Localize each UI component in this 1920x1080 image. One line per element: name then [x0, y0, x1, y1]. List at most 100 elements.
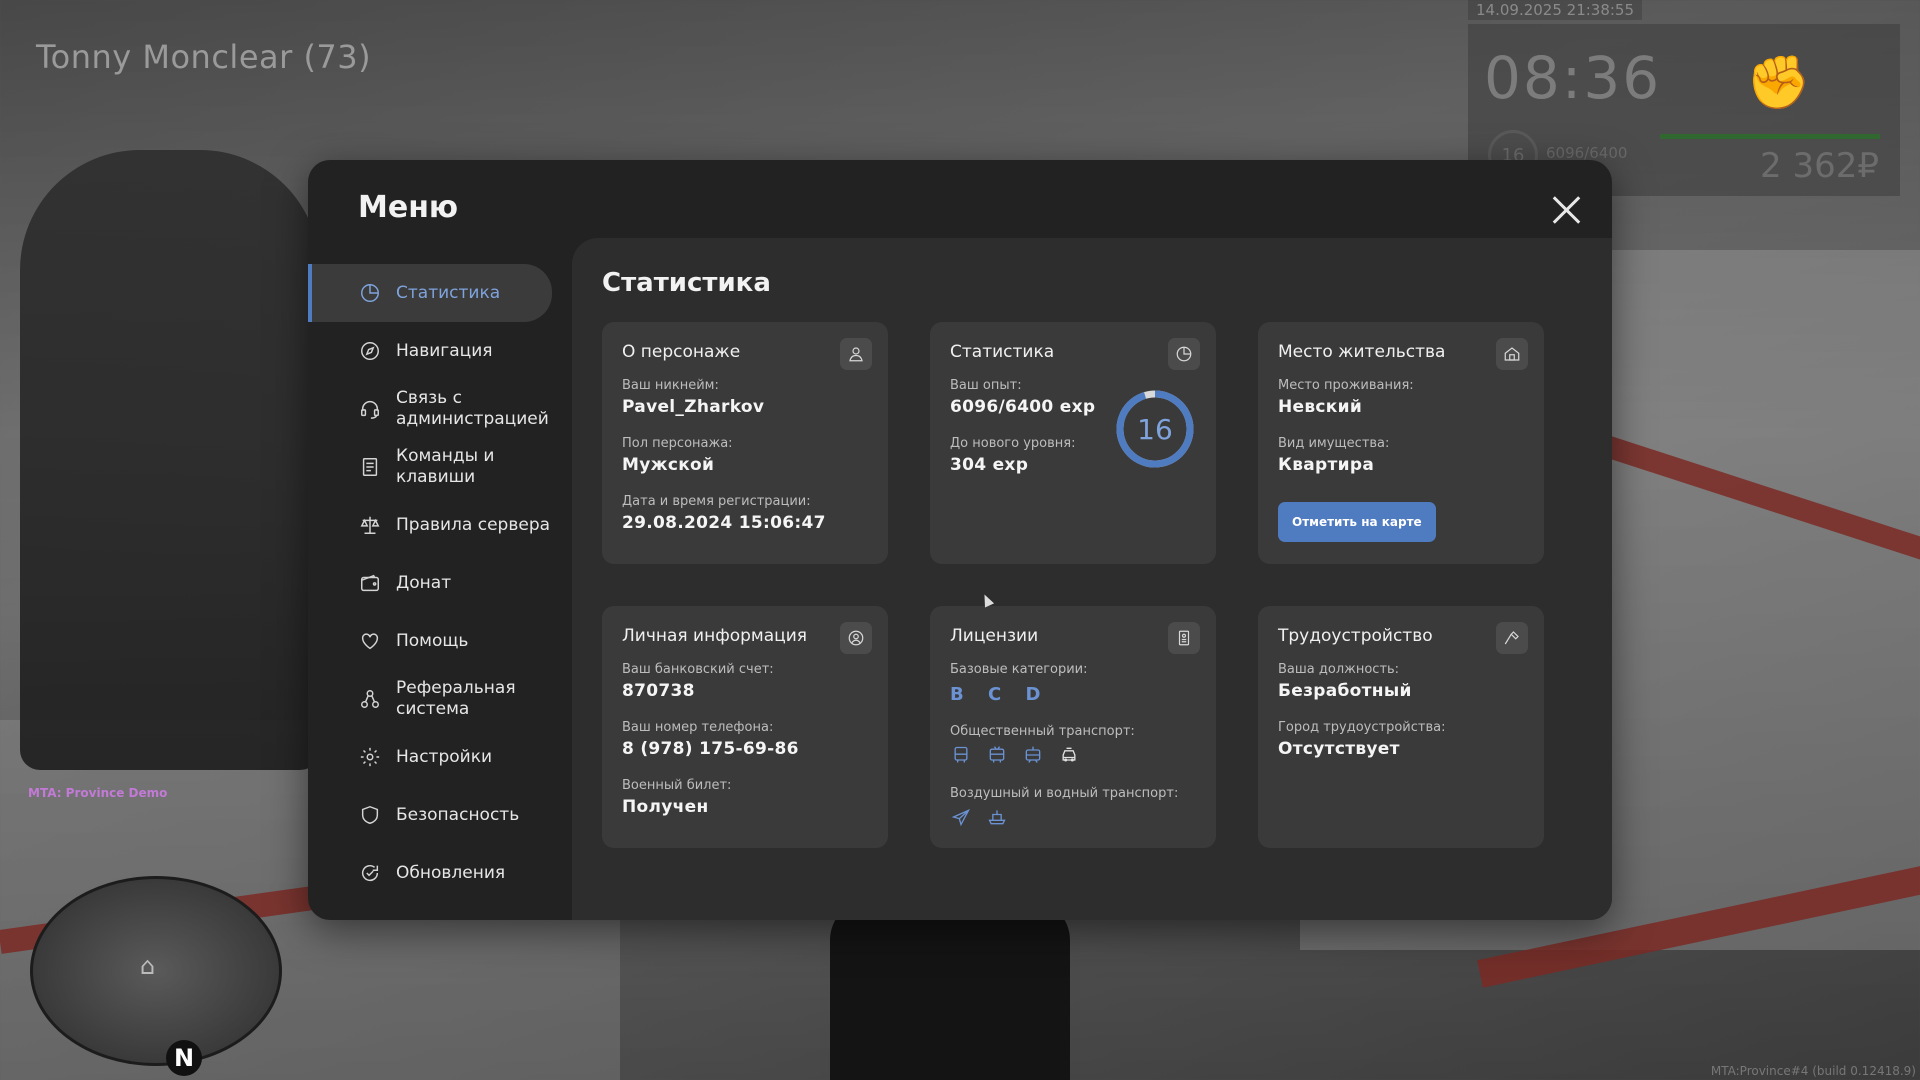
field-gender: Пол персонажа: Мужской — [622, 436, 733, 475]
wallet-icon — [358, 571, 382, 595]
sidebar-item-settings[interactable]: Настройки — [308, 728, 572, 786]
build-info: MTA:Province#4 (build 0.12418.9) — [1710, 1064, 1916, 1078]
card-statistics: Статистика Ваш опыт: 6096/6400 exp До но… — [930, 322, 1216, 564]
airplane-icon — [950, 806, 972, 828]
sidebar-item-label: Навигация — [396, 340, 493, 361]
hud-server-name: MTA: Province Demo — [28, 786, 168, 800]
menu-modal: Меню Статистика Навигация Связь с админи… — [308, 160, 1612, 920]
sidebar: Статистика Навигация Связь с администрац… — [308, 264, 572, 902]
field-value: 8 (978) 175-69-86 — [622, 739, 799, 759]
user-icon — [840, 338, 872, 370]
field-value: Невский — [1278, 397, 1363, 417]
chart-pie-icon — [1168, 338, 1200, 370]
card-title: Место жительства — [1278, 342, 1446, 362]
sidebar-item-server-rules[interactable]: Правила сервера — [308, 496, 572, 554]
sidebar-item-admin-contact[interactable]: Связь с администрацией — [308, 380, 572, 438]
license-categories: B C D — [950, 684, 1050, 705]
sidebar-item-navigation[interactable]: Навигация — [308, 322, 572, 380]
chart-pie-icon — [358, 281, 382, 305]
minimap — [30, 876, 282, 1066]
field-military-id: Военный билет: Получен — [622, 778, 731, 817]
close-button[interactable] — [1548, 192, 1584, 228]
field-value: 6096/6400 exp — [950, 397, 1096, 417]
document-list-icon — [358, 455, 382, 479]
field-next-level: До нового уровня: 304 exp — [950, 436, 1076, 475]
user-circle-icon — [840, 622, 872, 654]
field-phone: Ваш номер телефона: 8 (978) 175-69-86 — [622, 720, 799, 759]
sidebar-item-label: Настройки — [396, 746, 493, 767]
field-value: Отсутствует — [1278, 739, 1400, 759]
id-card-icon — [1168, 622, 1200, 654]
card-character: О персонаже Ваш никнейм: Pavel_Zharkov П… — [602, 322, 888, 564]
player-character — [20, 150, 320, 770]
field-label: Дата и время регистрации: — [622, 494, 811, 509]
card-title: Статистика — [950, 342, 1055, 362]
taxi-icon — [1058, 744, 1080, 766]
field-public-transport-label: Общественный транспорт: — [950, 724, 1135, 739]
heart-hand-icon — [358, 629, 382, 653]
mark-on-map-button[interactable]: Отметить на карте — [1278, 502, 1436, 542]
house-icon — [1496, 338, 1528, 370]
bus-icon — [950, 744, 972, 766]
field-label: Ваша должность: — [1278, 662, 1400, 677]
sidebar-item-commands[interactable]: Команды и клавиши — [308, 438, 572, 496]
field-nickname: Ваш никнейм: Pavel_Zharkov — [622, 378, 764, 417]
field-label: Военный билет: — [622, 778, 732, 793]
public-transport-icons — [950, 744, 1080, 766]
field-label: Общественный транспорт: — [950, 724, 1135, 739]
sidebar-item-security[interactable]: Безопасность — [308, 786, 572, 844]
card-title: Лицензии — [950, 626, 1039, 646]
field-value: Мужской — [622, 455, 715, 475]
headset-icon — [358, 397, 382, 421]
field-bank-account: Ваш банковский счет: 870738 — [622, 662, 774, 701]
boat-icon — [986, 806, 1008, 828]
field-label: Ваш номер телефона: — [622, 720, 774, 735]
people-network-icon — [358, 687, 382, 711]
field-value: 304 exp — [950, 455, 1029, 475]
sidebar-item-referral[interactable]: Реферальная система — [308, 670, 572, 728]
field-label: Ваш никнейм: — [622, 378, 719, 393]
sidebar-item-donate[interactable]: Донат — [308, 554, 572, 612]
card-title: Личная информация — [622, 626, 808, 646]
sidebar-item-label: Правила сервера — [396, 514, 551, 535]
field-property: Вид имущества: Квартира — [1278, 436, 1389, 475]
sidebar-item-label: Статистика — [396, 282, 501, 303]
north-indicator: N — [166, 1040, 202, 1076]
field-position: Ваша должность: Безработный — [1278, 662, 1412, 701]
field-label: До нового уровня: — [950, 436, 1076, 451]
field-label: Место проживания: — [1278, 378, 1414, 393]
hammer-icon — [1496, 622, 1528, 654]
field-air-water-label: Воздушный и водный транспорт: — [950, 786, 1178, 801]
player-character-legs — [830, 900, 1070, 1080]
hud-money: 2 362₽ — [1760, 146, 1879, 186]
field-value: Безработный — [1278, 681, 1412, 701]
field-exp: Ваш опыт: 6096/6400 exp — [950, 378, 1095, 417]
sidebar-item-help[interactable]: Помощь — [308, 612, 572, 670]
card-title: Трудоустройство — [1278, 626, 1433, 646]
content-panel: Статистика О персонаже Ваш никнейм: Pave… — [572, 238, 1612, 920]
field-label: Ваш опыт: — [950, 378, 1022, 393]
sidebar-item-updates[interactable]: Обновления — [308, 844, 572, 902]
field-place: Место проживания: Невский — [1278, 378, 1414, 417]
gear-icon — [358, 745, 382, 769]
sidebar-item-label: Донат — [396, 572, 452, 593]
scales-icon — [358, 513, 382, 537]
card-employment: Трудоустройство Ваша должность: Безработ… — [1258, 606, 1544, 848]
hud-datetime: 14.09.2025 21:38:55 — [1468, 0, 1643, 20]
field-label: Пол персонажа: — [622, 436, 733, 451]
page-title: Статистика — [602, 268, 771, 298]
field-value: 29.08.2024 15:06:47 — [622, 513, 826, 533]
sidebar-item-label: Помощь — [396, 630, 469, 651]
fist-icon: ✊ — [1746, 53, 1811, 113]
field-value: Квартира — [1278, 455, 1375, 475]
field-value: 870738 — [622, 681, 695, 701]
air-water-transport-icons — [950, 806, 1008, 828]
card-residence: Место жительства Место проживания: Невск… — [1258, 322, 1544, 564]
sidebar-item-statistics[interactable]: Статистика — [308, 264, 552, 322]
trolleybus-icon — [986, 744, 1008, 766]
sidebar-item-label: Обновления — [396, 862, 506, 883]
card-personal-info: Личная информация Ваш банковский счет: 8… — [602, 606, 888, 848]
refresh-check-icon — [358, 861, 382, 885]
field-registration: Дата и время регистрации: 29.08.2024 15:… — [622, 494, 826, 533]
field-value: Pavel_Zharkov — [622, 397, 765, 417]
